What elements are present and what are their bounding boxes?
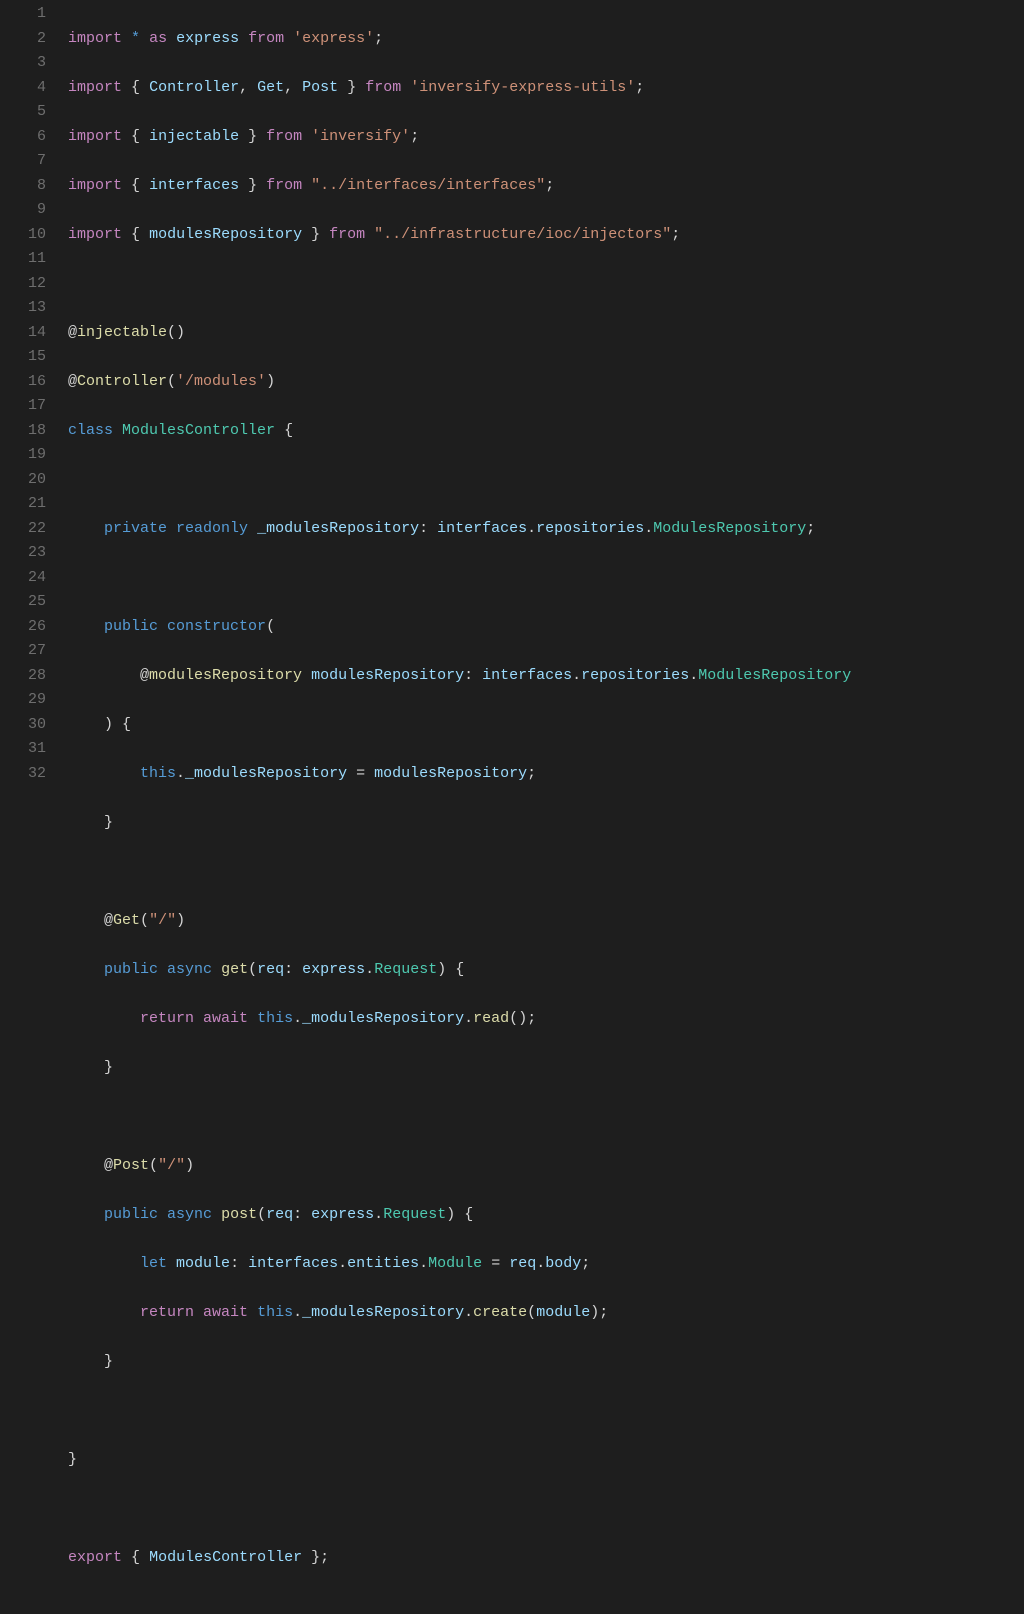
code-line[interactable]: public async post(req: express.Request) … bbox=[68, 1203, 1024, 1228]
line-number: 28 bbox=[0, 664, 46, 689]
line-number: 10 bbox=[0, 223, 46, 248]
line-number: 20 bbox=[0, 468, 46, 493]
code-editor[interactable]: 1 2 3 4 5 6 7 8 9 10 11 12 13 14 15 16 1… bbox=[0, 2, 1024, 1614]
code-line[interactable] bbox=[68, 1105, 1024, 1130]
code-line[interactable]: private readonly _modulesRepository: int… bbox=[68, 517, 1024, 542]
line-number: 12 bbox=[0, 272, 46, 297]
code-line[interactable] bbox=[68, 1399, 1024, 1424]
code-line[interactable]: return await this._modulesRepository.cre… bbox=[68, 1301, 1024, 1326]
code-line[interactable]: class ModulesController { bbox=[68, 419, 1024, 444]
line-number: 25 bbox=[0, 590, 46, 615]
line-number: 19 bbox=[0, 443, 46, 468]
code-line[interactable]: @Post("/") bbox=[68, 1154, 1024, 1179]
code-line[interactable]: return await this._modulesRepository.rea… bbox=[68, 1007, 1024, 1032]
code-line[interactable]: ) { bbox=[68, 713, 1024, 738]
code-line[interactable]: } bbox=[68, 811, 1024, 836]
code-line[interactable]: import { modulesRepository } from "../in… bbox=[68, 223, 1024, 248]
line-number: 29 bbox=[0, 688, 46, 713]
line-number: 14 bbox=[0, 321, 46, 346]
line-number: 3 bbox=[0, 51, 46, 76]
line-number: 16 bbox=[0, 370, 46, 395]
code-line[interactable]: this._modulesRepository = modulesReposit… bbox=[68, 762, 1024, 787]
code-line[interactable]: } bbox=[68, 1448, 1024, 1473]
code-line[interactable]: import { Controller, Get, Post } from 'i… bbox=[68, 76, 1024, 101]
line-number: 15 bbox=[0, 345, 46, 370]
line-number: 4 bbox=[0, 76, 46, 101]
code-line[interactable] bbox=[68, 566, 1024, 591]
line-number: 11 bbox=[0, 247, 46, 272]
code-line[interactable] bbox=[68, 860, 1024, 885]
code-line[interactable]: public constructor( bbox=[68, 615, 1024, 640]
code-line[interactable] bbox=[68, 1497, 1024, 1522]
line-number: 21 bbox=[0, 492, 46, 517]
line-number: 17 bbox=[0, 394, 46, 419]
line-number: 6 bbox=[0, 125, 46, 150]
line-number: 31 bbox=[0, 737, 46, 762]
line-number-gutter: 1 2 3 4 5 6 7 8 9 10 11 12 13 14 15 16 1… bbox=[0, 2, 68, 1614]
code-content[interactable]: import * as express from 'express'; impo… bbox=[68, 2, 1024, 1614]
code-line[interactable]: } bbox=[68, 1056, 1024, 1081]
code-line[interactable]: public async get(req: express.Request) { bbox=[68, 958, 1024, 983]
code-line[interactable]: let module: interfaces.entities.Module =… bbox=[68, 1252, 1024, 1277]
code-line[interactable]: import * as express from 'express'; bbox=[68, 27, 1024, 52]
line-number: 9 bbox=[0, 198, 46, 223]
code-line[interactable] bbox=[68, 272, 1024, 297]
code-line[interactable]: @injectable() bbox=[68, 321, 1024, 346]
code-line[interactable] bbox=[68, 468, 1024, 493]
line-number: 2 bbox=[0, 27, 46, 52]
code-line[interactable]: } bbox=[68, 1350, 1024, 1375]
line-number: 18 bbox=[0, 419, 46, 444]
line-number: 26 bbox=[0, 615, 46, 640]
code-line[interactable]: import { injectable } from 'inversify'; bbox=[68, 125, 1024, 150]
code-line[interactable]: @modulesRepository modulesRepository: in… bbox=[68, 664, 1024, 689]
line-number: 13 bbox=[0, 296, 46, 321]
code-line[interactable]: import { interfaces } from "../interface… bbox=[68, 174, 1024, 199]
line-number: 30 bbox=[0, 713, 46, 738]
code-line[interactable]: @Get("/") bbox=[68, 909, 1024, 934]
code-line[interactable]: @Controller('/modules') bbox=[68, 370, 1024, 395]
line-number: 23 bbox=[0, 541, 46, 566]
line-number: 27 bbox=[0, 639, 46, 664]
line-number: 8 bbox=[0, 174, 46, 199]
line-number: 5 bbox=[0, 100, 46, 125]
line-number: 22 bbox=[0, 517, 46, 542]
code-line[interactable]: export { ModulesController }; bbox=[68, 1546, 1024, 1571]
line-number: 1 bbox=[0, 2, 46, 27]
line-number: 24 bbox=[0, 566, 46, 591]
line-number: 7 bbox=[0, 149, 46, 174]
line-number: 32 bbox=[0, 762, 46, 787]
